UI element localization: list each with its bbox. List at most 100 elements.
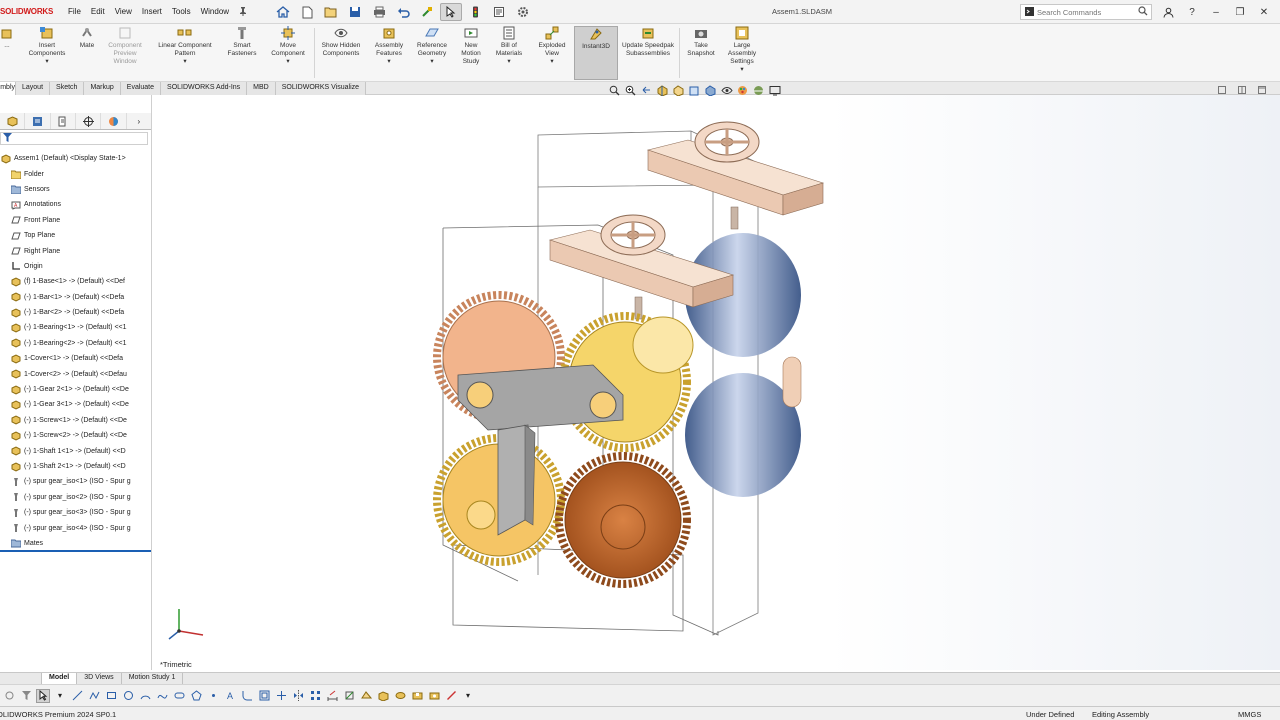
tab-visualize[interactable]: SOLIDWORKS Visualize	[275, 82, 367, 95]
search-commands-box[interactable]	[1020, 4, 1152, 20]
filter-icon[interactable]	[3, 133, 12, 144]
dropdown-chevron-icon[interactable]: ▾	[53, 689, 67, 703]
filter-small-icon[interactable]	[19, 689, 33, 703]
view-orientation-icon[interactable]	[688, 84, 701, 97]
pattern-tool-icon[interactable]	[308, 689, 322, 703]
display-style-icon[interactable]	[704, 84, 717, 97]
offset-tool-icon[interactable]	[257, 689, 271, 703]
menu-insert[interactable]: Insert	[142, 7, 162, 18]
file-properties-icon[interactable]	[488, 3, 510, 21]
cut-tool-icon[interactable]	[410, 689, 424, 703]
minimize-icon[interactable]: –	[1208, 4, 1224, 20]
cmd-new-motion-study[interactable]: New Motion Study	[456, 26, 486, 66]
tab-evaluate[interactable]: Evaluate	[120, 82, 162, 95]
zoom-to-fit-icon[interactable]	[608, 84, 621, 97]
tree-item[interactable]: (-) 1-Shaft 1<1> -> (Default) <<D	[10, 443, 151, 458]
search-scope-icon[interactable]	[1025, 6, 1034, 18]
point-tool-icon[interactable]	[206, 689, 220, 703]
tree-item[interactable]: 1-Cover<1> -> (Default) <<Defa	[10, 351, 151, 366]
user-icon[interactable]	[1160, 4, 1176, 20]
zoom-area-icon[interactable]	[624, 84, 637, 97]
polygon-tool-icon[interactable]	[189, 689, 203, 703]
menu-edit[interactable]: Edit	[91, 7, 105, 18]
search-commands-input[interactable]	[1037, 7, 1135, 17]
tab-assembly[interactable]: Assembly	[0, 82, 16, 95]
rebuild-small-icon[interactable]	[2, 689, 16, 703]
tree-item[interactable]: (-) 1-Bearing<2> -> (Default) <<1	[10, 336, 151, 351]
cmd-show-hidden-components[interactable]: Show Hidden Components	[318, 26, 364, 58]
apply-scene-icon[interactable]	[752, 84, 765, 97]
tree-item[interactable]: A Annotations	[10, 197, 151, 212]
tree-item[interactable]: Right Plane	[10, 243, 151, 258]
tree-item[interactable]: (-) 1-Shaft 2<1> -> (Default) <<D	[10, 459, 151, 474]
cmd-exploded-view[interactable]: Exploded View ▾	[532, 26, 572, 66]
menu-tools[interactable]: Tools	[172, 7, 191, 18]
hole-wizard-icon[interactable]	[427, 689, 441, 703]
circle-tool-icon[interactable]	[121, 689, 135, 703]
section-view-icon[interactable]	[656, 84, 669, 97]
display-manager-tab-icon[interactable]	[101, 113, 127, 129]
tree-root[interactable]: Assem1 (Default) <Display State-1>	[0, 151, 151, 166]
cmd-mate[interactable]: Mate	[74, 26, 100, 50]
property-manager-tab-icon[interactable]	[25, 113, 51, 129]
tab-markup[interactable]: Markup	[84, 82, 121, 95]
convert-entities-icon[interactable]	[359, 689, 373, 703]
handwheel-front[interactable]	[600, 214, 666, 256]
rectangle-tool-icon[interactable]	[104, 689, 118, 703]
previous-view-icon[interactable]	[640, 84, 653, 97]
tree-filter[interactable]	[0, 132, 148, 145]
configuration-manager-tab-icon[interactable]	[51, 113, 76, 129]
cmd-take-snapshot[interactable]: Take Snapshot	[682, 26, 720, 58]
chain-tool-icon[interactable]	[87, 689, 101, 703]
tree-item[interactable]: Origin	[10, 259, 151, 274]
tree-item[interactable]: (f) 1-Base<1> -> (Default) <<Def	[10, 274, 151, 289]
tab-3d-views[interactable]: 3D Views	[77, 673, 122, 684]
pin-icon[interactable]	[239, 7, 247, 18]
units-selector[interactable]: MMGS	[1238, 710, 1261, 719]
viewport-maximize-icon[interactable]	[1258, 86, 1266, 96]
tab-motion-study[interactable]: Motion Study 1	[122, 673, 184, 684]
revolve-tool-icon[interactable]	[393, 689, 407, 703]
cmd-insert-components[interactable]: Insert Components ▾	[24, 26, 70, 66]
hide-show-icon[interactable]	[720, 84, 733, 97]
new-document-icon[interactable]	[296, 3, 318, 21]
dynamic-annotation-icon[interactable]	[672, 84, 685, 97]
chevron-right-icon[interactable]: ›	[127, 113, 151, 129]
tree-item[interactable]: (-) spur gear_iso<1> (ISO - Spur g	[10, 474, 151, 489]
cmd-reference-geometry[interactable]: Reference Geometry ▾	[412, 26, 452, 66]
tree-item[interactable]: (-) spur gear_iso<3> (ISO - Spur g	[10, 505, 151, 520]
restore-icon[interactable]: ❐	[1232, 4, 1248, 20]
cmd-edit-component[interactable]: ...	[0, 26, 20, 50]
traffic-light-icon[interactable]	[464, 3, 486, 21]
tree-item[interactable]: (-) spur gear_iso<2> (ISO - Spur g	[10, 490, 151, 505]
smart-dimension-icon[interactable]	[325, 689, 339, 703]
graphics-area[interactable]: *Trimetric	[153, 95, 1280, 670]
save-icon[interactable]	[344, 3, 366, 21]
tab-addins[interactable]: SOLIDWORKS Add-Ins	[161, 82, 248, 95]
relation-tool-icon[interactable]	[342, 689, 356, 703]
cmd-smart-fasteners[interactable]: Smart Fasteners	[222, 26, 262, 58]
viewport-restore-icon[interactable]	[1218, 86, 1226, 96]
cmd-instant3d[interactable]: Instant3D	[574, 26, 618, 80]
tab-layout[interactable]: Layout	[16, 82, 51, 95]
menu-window[interactable]: Window	[201, 7, 229, 18]
gear-lower-middle[interactable]	[555, 452, 691, 588]
tree-item[interactable]: (-) 1-Screw<2> -> (Default) <<De	[10, 428, 151, 443]
trim-tool-icon[interactable]	[274, 689, 288, 703]
extrude-tool-icon[interactable]	[376, 689, 390, 703]
print-icon[interactable]	[368, 3, 390, 21]
menu-file[interactable]: File	[68, 7, 81, 18]
close-icon[interactable]: ✕	[1256, 4, 1272, 20]
cmd-linear-component-pattern[interactable]: Linear Component Pattern ▾	[150, 26, 220, 66]
tree-item[interactable]: (-) 1-Gear 2<1> -> (Default) <<De	[10, 382, 151, 397]
tree-item[interactable]: (-) 1-Bar<2> -> (Default) <<Defa	[10, 305, 151, 320]
viewport-tile-icon[interactable]	[1238, 86, 1246, 96]
arc-tool-icon[interactable]	[138, 689, 152, 703]
tree-item[interactable]: (-) spur gear_iso<4> (ISO - Spur g	[10, 520, 151, 535]
fillet-tool-icon[interactable]	[240, 689, 254, 703]
tab-mbd[interactable]: MBD	[247, 82, 276, 95]
tab-scroll-arrows[interactable]	[0, 673, 42, 684]
tab-model[interactable]: Model	[42, 673, 78, 684]
cmd-large-assembly-settings[interactable]: Large Assembly Settings ▾	[722, 26, 762, 74]
tree-item[interactable]: Mates	[10, 536, 151, 551]
